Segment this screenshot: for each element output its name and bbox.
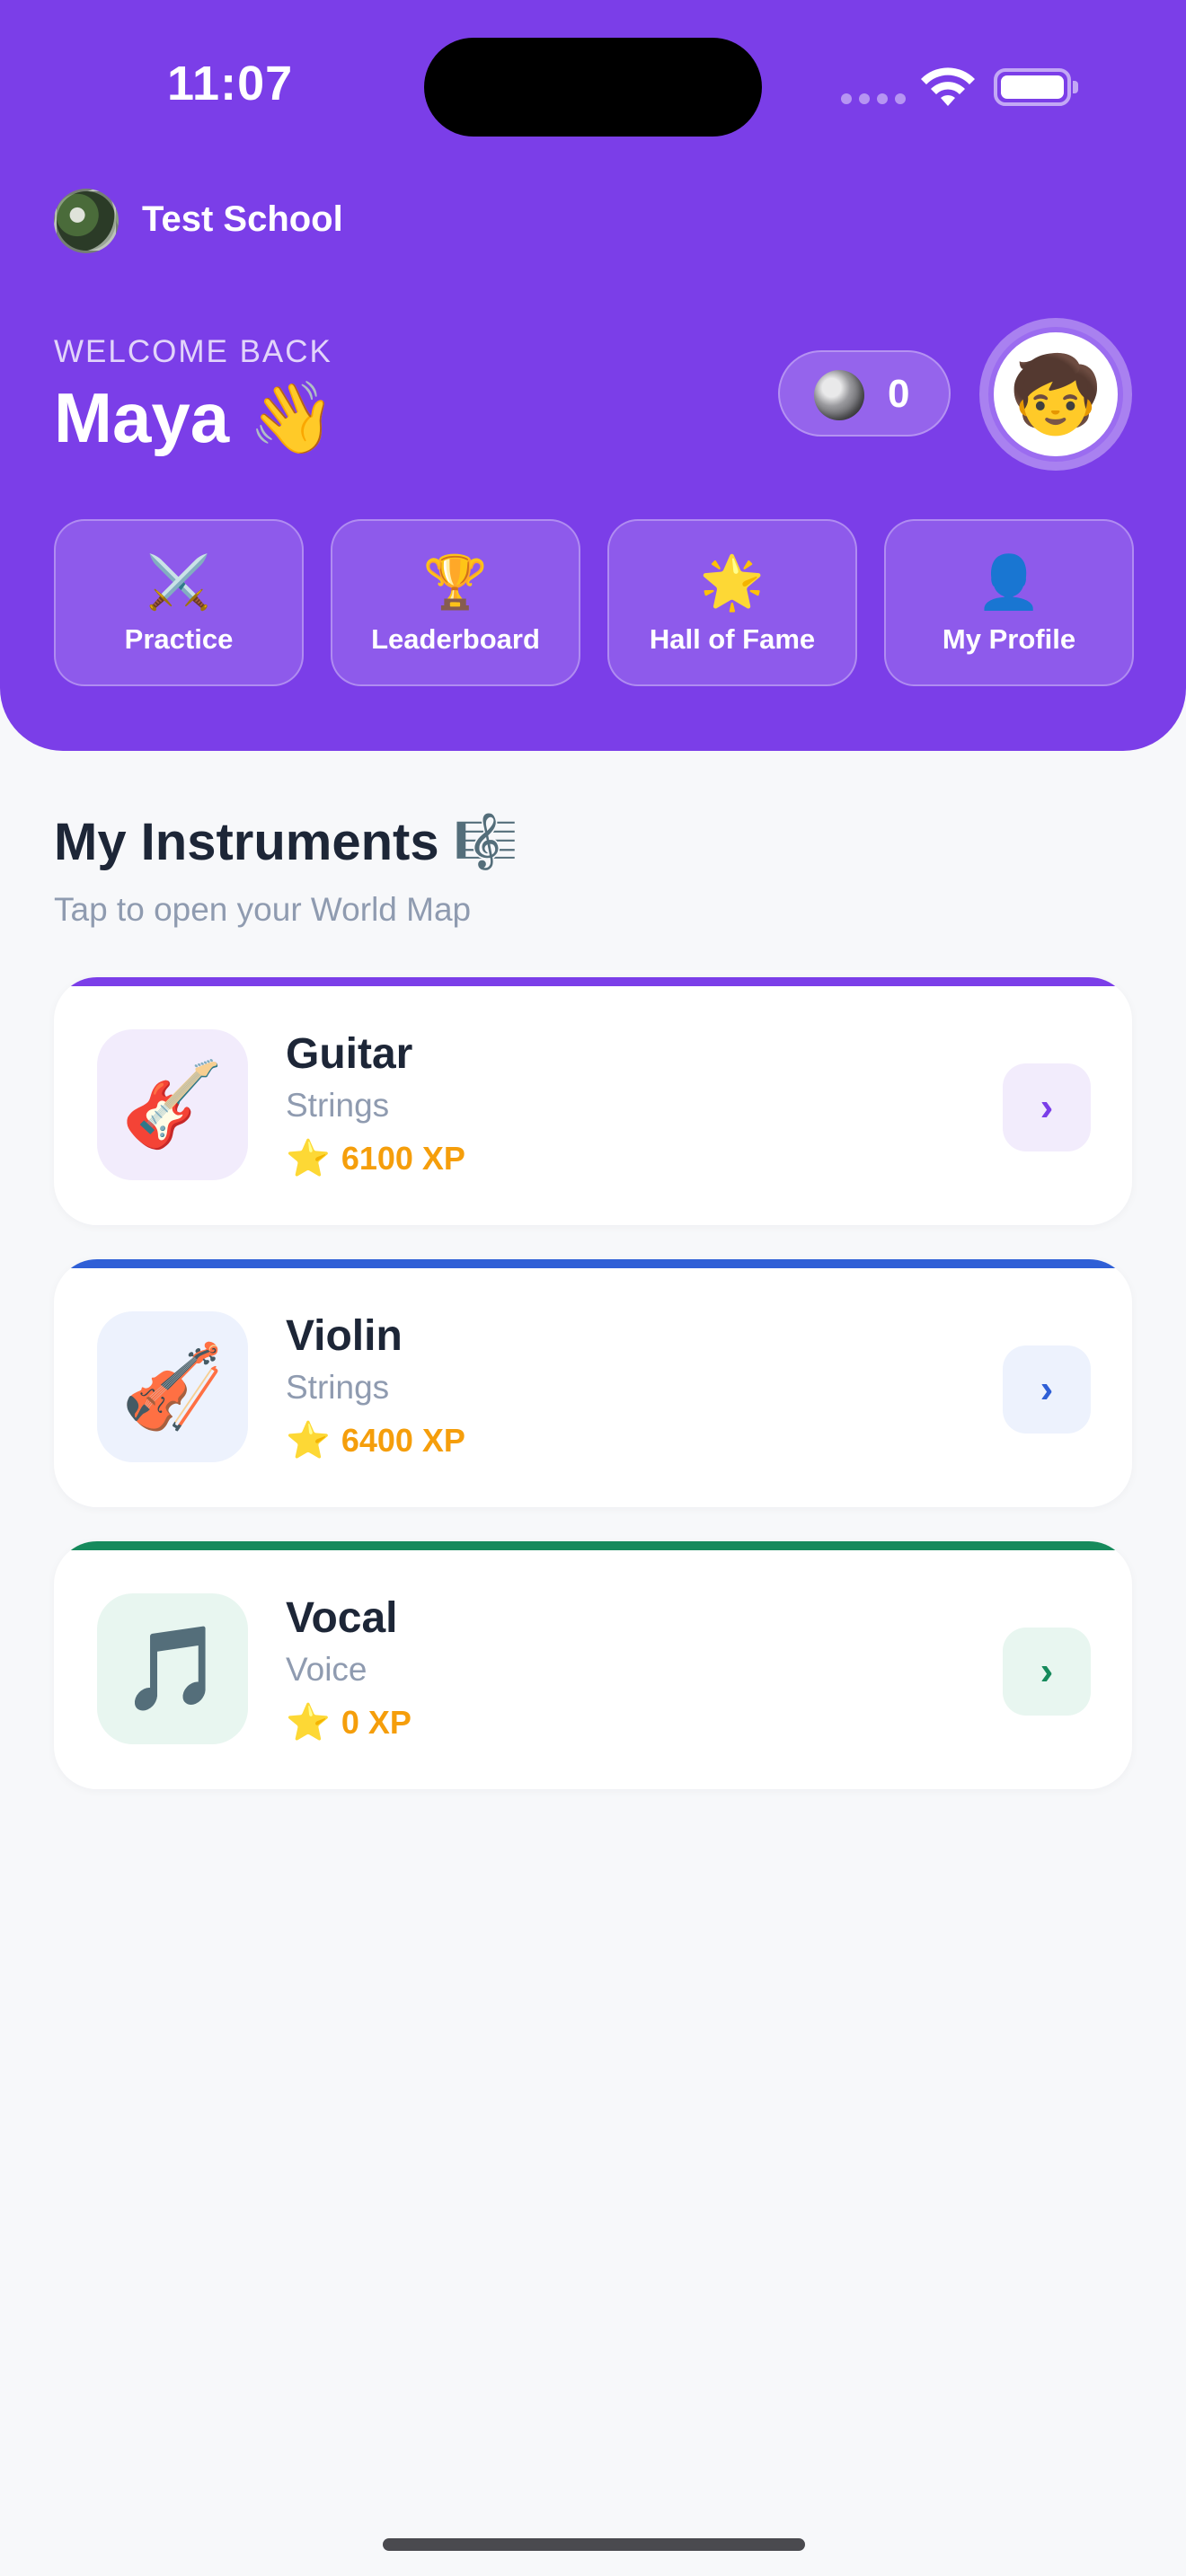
- violin-icon: 🎻: [97, 1311, 248, 1462]
- leaderboard-label: Leaderboard: [371, 623, 540, 655]
- instrument-xp: 6400 XP: [341, 1422, 465, 1459]
- chevron-right-icon: ›: [1040, 1367, 1054, 1411]
- xp-row: ⭐ 0 XP: [286, 1701, 412, 1744]
- open-guitar-button[interactable]: ›: [1003, 1063, 1091, 1151]
- star-icon: ⭐: [286, 1139, 331, 1178]
- leaderboard-button[interactable]: 🏆 Leaderboard: [331, 519, 580, 686]
- music-notes-icon: 🎵: [97, 1593, 248, 1744]
- home-indicator[interactable]: [383, 2538, 805, 2551]
- my-profile-label: My Profile: [942, 623, 1076, 655]
- trophy-icon: 🏆: [422, 553, 489, 612]
- user-name: Maya: [54, 378, 230, 457]
- coin-balance[interactable]: 0: [778, 350, 951, 437]
- chevron-right-icon: ›: [1040, 1085, 1054, 1129]
- user-greeting: Maya 👋: [54, 377, 336, 460]
- profile-silhouette-icon: 👤: [976, 553, 1042, 612]
- instrument-category: Strings: [286, 1087, 390, 1124]
- practice-label: Practice: [124, 623, 234, 655]
- instrument-name: Guitar: [286, 1030, 413, 1078]
- wave-icon: 👋: [248, 378, 336, 457]
- section-title: My Instruments 🎼: [54, 813, 518, 871]
- status-time: 11:07: [167, 57, 294, 110]
- instrument-card-vocal[interactable]: 🎵 Vocal Voice ⭐ 0 XP ›: [54, 1541, 1132, 1789]
- avatar-button[interactable]: 🧒: [979, 318, 1132, 471]
- cellular-signal-icon: [841, 93, 906, 104]
- hall-of-fame-button[interactable]: 🌟 Hall of Fame: [607, 519, 857, 686]
- instrument-category: Strings: [286, 1369, 390, 1406]
- dynamic-island: [424, 38, 762, 137]
- coin-icon: [814, 370, 864, 420]
- my-profile-button[interactable]: 👤 My Profile: [884, 519, 1134, 686]
- open-vocal-button[interactable]: ›: [1003, 1628, 1091, 1716]
- wifi-icon: [921, 67, 975, 106]
- xp-row: ⭐ 6100 XP: [286, 1137, 465, 1180]
- instrument-category: Voice: [286, 1651, 367, 1688]
- welcome-label: WELCOME BACK: [54, 334, 332, 369]
- crossed-swords-icon: ⚔️: [146, 553, 212, 612]
- hall-of-fame-label: Hall of Fame: [649, 623, 816, 655]
- card-accent-bar: [54, 1541, 1132, 1550]
- practice-button[interactable]: ⚔️ Practice: [54, 519, 304, 686]
- instrument-xp: 0 XP: [341, 1704, 412, 1741]
- avatar-character-icon: 🧒: [988, 327, 1123, 462]
- guitar-icon: 🎸: [97, 1029, 248, 1180]
- card-accent-bar: [54, 977, 1132, 986]
- school-name: Test School: [142, 199, 343, 239]
- glowing-star-icon: 🌟: [699, 553, 766, 612]
- chevron-right-icon: ›: [1040, 1649, 1054, 1693]
- header: 11:07 Test School WELCOME BACK Maya 👋 0 …: [0, 0, 1186, 751]
- instrument-name: Violin: [286, 1312, 403, 1360]
- battery-icon: [994, 68, 1078, 106]
- instrument-card-guitar[interactable]: 🎸 Guitar Strings ⭐ 6100 XP ›: [54, 977, 1132, 1225]
- open-violin-button[interactable]: ›: [1003, 1345, 1091, 1434]
- instrument-xp: 6100 XP: [341, 1140, 465, 1177]
- instrument-card-violin[interactable]: 🎻 Violin Strings ⭐ 6400 XP ›: [54, 1259, 1132, 1507]
- section-subtitle: Tap to open your World Map: [54, 891, 472, 928]
- xp-row: ⭐ 6400 XP: [286, 1419, 465, 1462]
- star-icon: ⭐: [286, 1421, 331, 1460]
- instrument-name: Vocal: [286, 1594, 398, 1642]
- coin-count: 0: [888, 372, 910, 416]
- star-icon: ⭐: [286, 1703, 331, 1742]
- school-logo-icon: [54, 189, 119, 253]
- card-accent-bar: [54, 1259, 1132, 1268]
